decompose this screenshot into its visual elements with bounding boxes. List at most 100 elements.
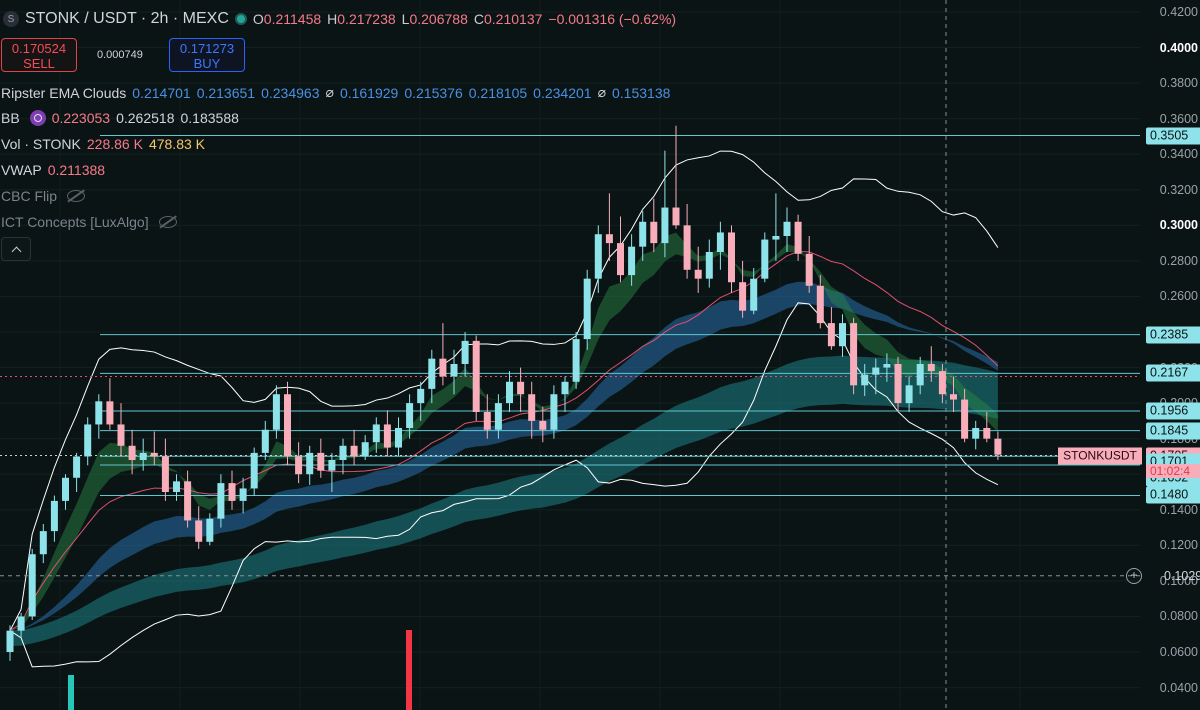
bb-settings-icon[interactable] [29,110,46,126]
candle-body [861,374,869,386]
close-label: C [473,11,484,27]
market-open-icon [234,13,247,25]
volume-bar [68,675,74,710]
chart-header: S STONK / USDT · 2h · MEXC O 0.211458 H 0.… [0,0,1140,261]
bb-upper: 0.262518 [116,110,175,126]
candle-body [583,278,591,340]
candle-body [905,385,913,404]
candle-body [217,483,225,519]
candle-body [950,394,957,400]
candle-body [339,445,347,461]
cbc-name: CBC Flip [1,188,58,204]
candle-body [428,358,436,389]
hidden-eye-icon[interactable] [67,190,86,202]
candle-body [272,394,280,430]
candle-body [161,456,169,493]
ict-name: ICT Concepts [LuxAlgo] [1,214,149,230]
candle-body [983,428,991,439]
candle-body [350,445,358,457]
candle-body [694,269,702,279]
candle-body [106,401,114,425]
candle-body [361,442,369,457]
price-tag: 0.3505 [1146,127,1200,145]
candle-body [206,518,214,542]
candle-body [95,401,103,425]
axis-tick-label: 0.1400 [1159,502,1198,517]
open-value: 0.211458 [263,11,322,27]
ema-cloud-slow [10,355,998,647]
candle-body [439,358,447,377]
candle-body [961,399,969,439]
ripster-value: 0.234201 [533,84,592,101]
candle-body [517,381,525,395]
candle-body [150,452,158,457]
indicator-ripster[interactable]: Ripster EMA Clouds 0.214701 0.213651 0.2… [0,84,676,101]
high-value: 0.217238 [337,11,396,27]
candle-body [483,412,491,430]
candle-body [17,616,25,631]
price-tag: 0.2385 [1146,326,1200,344]
add-alert-plus-icon[interactable]: + [1126,567,1142,584]
ripster-value: 0.215376 [404,84,463,101]
axis-tick-label: 0.0600 [1159,645,1198,659]
candle-body [450,364,458,377]
candle-body [395,428,402,448]
bb-basis: 0.223053 [51,110,111,126]
candle-body [894,364,902,404]
candle-body [617,243,624,276]
price-tag: 0.1845 [1146,422,1200,440]
ripster-value: 0.218105 [468,84,528,101]
candle-body [62,477,69,501]
candle-body [383,424,391,448]
candle-body [317,452,325,471]
candle-body [28,554,36,617]
spread-value: 0.000749 [97,49,143,61]
candle-body [628,246,636,276]
indicator-ict[interactable]: ICT Concepts [LuxAlgo] [0,214,183,230]
candle-body [750,278,758,311]
chevron-up-icon [11,246,21,256]
indicator-vol[interactable]: Vol · STONK 228.86 K 478.83 K [0,136,211,152]
sell-button[interactable]: 0.170524 SELL [1,38,77,72]
candle-body [50,500,58,532]
candle-body [883,364,891,368]
vol-ma-value: 478.83 K [148,136,206,152]
candle-body [927,364,935,372]
candle-body [372,424,380,443]
sell-price: 0.170524 [11,41,67,56]
chart-title[interactable]: STONK / USDT · 2h · MEXC [25,10,229,28]
buy-button[interactable]: 0.171273 BUY [169,38,245,72]
indicator-vwap[interactable]: VWAP 0.211388 [0,162,111,178]
ripster-value: 0.153138 [612,84,671,101]
symbol-price-tag: STONKUSDT [1058,447,1142,465]
candle-body [239,488,247,501]
candle-body [739,282,747,311]
axis-tick-label: 0.3600 [1159,111,1198,126]
price-axis[interactable]: 0.4200 0.4000 0.3800 0.3600 0.3400 0.3200 0.30… [1140,0,1200,710]
axis-tick-label: 0.3800 [1159,76,1198,91]
axis-tick-label: 0.1200 [1159,538,1198,553]
candle-body [84,424,92,457]
axis-tick-label: 0.3000 [1159,218,1198,233]
candle-body [705,252,713,279]
candle-body [284,394,291,457]
candle-body [306,452,314,475]
candle-body [561,381,569,395]
candle-body [572,339,580,382]
vwap-value: 0.211388 [47,162,106,178]
candle-body [6,630,14,653]
candle-body [494,403,502,430]
open-label: O [252,11,264,27]
ripster-value: 0.213651 [196,84,256,101]
indicator-bb[interactable]: BB 0.223053 0.262518 0.183588 [0,110,245,126]
candle-body [195,520,203,542]
axis-tick-label: 0.3400 [1159,147,1198,162]
candle-body [528,394,536,421]
collapse-legend-button[interactable] [1,237,31,261]
indicator-cbc[interactable]: CBC Flip [0,188,91,204]
hidden-eye-icon[interactable] [158,216,177,228]
candle-body [506,381,513,404]
candle-body [295,456,303,475]
crosshair-price-label: 0.1029 [1164,568,1200,583]
axis-tick-label: 0.3200 [1159,182,1198,197]
